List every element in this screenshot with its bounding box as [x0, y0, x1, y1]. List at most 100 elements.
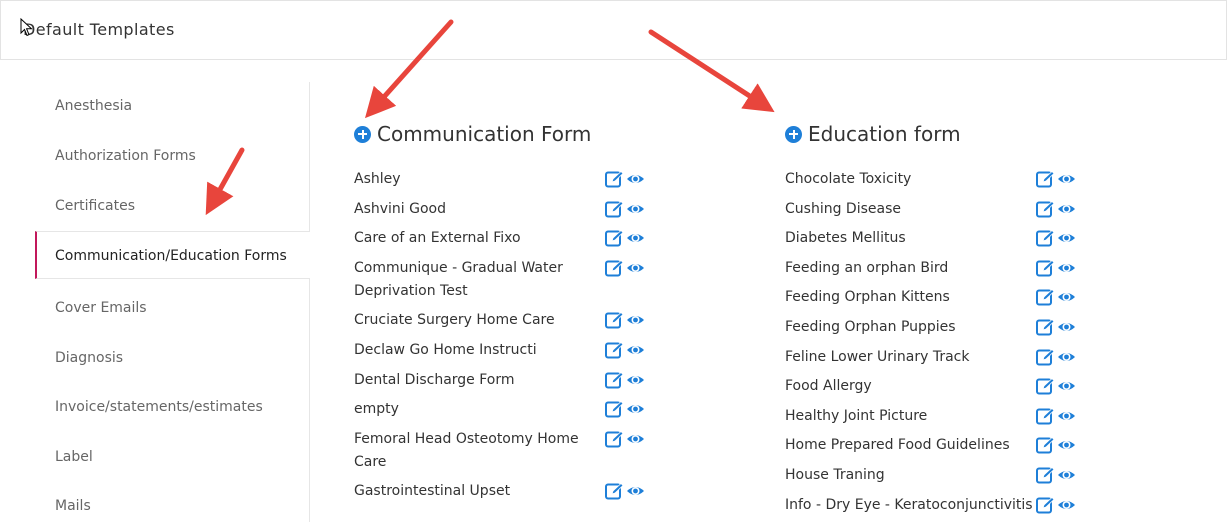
list-item-label[interactable]: House Traning [785, 464, 885, 487]
row-actions [1036, 407, 1076, 425]
sidebar-item[interactable]: Mails [35, 482, 310, 522]
row-actions [605, 229, 645, 247]
list-item-label[interactable]: Dental Discharge Form [354, 369, 515, 392]
list-item-label[interactable]: Feeding Orphan Kittens [785, 286, 950, 309]
row-actions [1036, 348, 1076, 366]
view-eye-icon[interactable] [626, 371, 645, 389]
edit-icon[interactable] [1036, 200, 1055, 218]
sidebar-item[interactable]: Label [35, 433, 310, 481]
edit-icon[interactable] [605, 371, 624, 389]
communication-form-title: Communication Form [377, 122, 592, 146]
row-actions [605, 400, 645, 418]
view-eye-icon[interactable] [626, 400, 645, 418]
list-item-label[interactable]: Communique - Gradual Water [354, 257, 563, 280]
view-eye-icon[interactable] [1057, 259, 1076, 277]
edit-icon[interactable] [1036, 229, 1055, 247]
view-eye-icon[interactable] [1057, 288, 1076, 306]
row-actions [605, 341, 645, 359]
view-eye-icon[interactable] [1057, 496, 1076, 514]
list-item-label[interactable]: Feeding an orphan Bird [785, 257, 948, 280]
sidebar-item[interactable]: Cover Emails [35, 284, 310, 332]
row-actions [605, 200, 645, 218]
edit-icon[interactable] [605, 229, 624, 247]
sidebar-item[interactable]: Anesthesia [35, 82, 310, 130]
view-eye-icon[interactable] [1057, 170, 1076, 188]
view-eye-icon[interactable] [1057, 229, 1076, 247]
list-item-label[interactable]: Healthy Joint Picture [785, 405, 927, 428]
edit-icon[interactable] [605, 259, 624, 277]
view-eye-icon[interactable] [626, 229, 645, 247]
sidebar-item[interactable]: Authorization Forms [35, 132, 310, 180]
view-eye-icon[interactable] [1057, 436, 1076, 454]
list-item-label[interactable]: Cushing Disease [785, 198, 901, 221]
sidebar-item[interactable]: Certificates [35, 182, 310, 230]
edit-icon[interactable] [605, 311, 624, 329]
list-item-label[interactable]: Chocolate Toxicity [785, 168, 911, 191]
edit-icon[interactable] [605, 170, 624, 188]
view-eye-icon[interactable] [626, 311, 645, 329]
row-actions [605, 311, 645, 329]
view-eye-icon[interactable] [1057, 318, 1076, 336]
view-eye-icon[interactable] [626, 259, 645, 277]
list-item-label[interactable]: Care of an External Fixo [354, 227, 521, 250]
row-actions [1036, 200, 1076, 218]
sidebar-item[interactable]: Invoice/statements/estimates [35, 383, 310, 431]
add-communication-form-icon[interactable] [354, 125, 371, 143]
list-item-label[interactable]: Femoral Head Osteotomy Home [354, 428, 579, 451]
sidebar-item[interactable]: Communication/Education Forms [35, 231, 310, 279]
list-item-label[interactable]: Deprivation Test [354, 280, 468, 303]
view-eye-icon[interactable] [1057, 348, 1076, 366]
edit-icon[interactable] [1036, 436, 1055, 454]
view-eye-icon[interactable] [626, 200, 645, 218]
list-item-label[interactable]: Care [354, 451, 386, 474]
list-item-label[interactable]: Declaw Go Home Instructi [354, 339, 537, 362]
list-item-label[interactable]: Diabetes Mellitus [785, 227, 906, 250]
view-eye-icon[interactable] [626, 170, 645, 188]
edit-icon[interactable] [605, 430, 624, 448]
list-item-label[interactable]: Gastrointestinal Upset [354, 480, 510, 503]
row-actions [605, 482, 645, 500]
view-eye-icon[interactable] [626, 482, 645, 500]
view-eye-icon[interactable] [1057, 377, 1076, 395]
list-item-label[interactable]: empty [354, 398, 399, 421]
view-eye-icon[interactable] [1057, 200, 1076, 218]
row-actions [1036, 170, 1076, 188]
edit-icon[interactable] [1036, 377, 1055, 395]
list-item-label[interactable]: Feeding Orphan Puppies [785, 316, 956, 339]
view-eye-icon[interactable] [1057, 407, 1076, 425]
list-item-label[interactable]: Cruciate Surgery Home Care [354, 309, 555, 332]
view-eye-icon[interactable] [626, 341, 645, 359]
list-item-label[interactable]: Feline Lower Urinary Track [785, 346, 969, 369]
add-education-form-icon[interactable] [785, 125, 802, 143]
row-actions [1036, 377, 1076, 395]
view-eye-icon[interactable] [1057, 466, 1076, 484]
sidebar-item[interactable]: Diagnosis [35, 334, 310, 382]
edit-icon[interactable] [1036, 170, 1055, 188]
edit-icon[interactable] [1036, 259, 1055, 277]
row-actions [605, 371, 645, 389]
page-title: Default Templates [23, 20, 175, 39]
edit-icon[interactable] [1036, 318, 1055, 336]
row-actions [1036, 466, 1076, 484]
education-form-heading: Education form [785, 122, 961, 146]
edit-icon[interactable] [605, 482, 624, 500]
list-item-label[interactable]: Ashvini Good [354, 198, 446, 221]
edit-icon[interactable] [1036, 496, 1055, 514]
list-item-label[interactable]: Home Prepared Food Guidelines [785, 434, 1010, 457]
edit-icon[interactable] [1036, 288, 1055, 306]
row-actions [1036, 229, 1076, 247]
edit-icon[interactable] [605, 341, 624, 359]
edit-icon[interactable] [1036, 466, 1055, 484]
row-actions [605, 430, 645, 448]
edit-icon[interactable] [605, 400, 624, 418]
view-eye-icon[interactable] [626, 430, 645, 448]
list-item-label[interactable]: Ashley [354, 168, 401, 191]
row-actions [1036, 436, 1076, 454]
row-actions [605, 259, 645, 277]
mouse-cursor-icon [20, 18, 33, 37]
edit-icon[interactable] [1036, 407, 1055, 425]
list-item-label[interactable]: Info - Dry Eye - Keratoconjunctivitis [785, 494, 1033, 517]
edit-icon[interactable] [605, 200, 624, 218]
edit-icon[interactable] [1036, 348, 1055, 366]
list-item-label[interactable]: Food Allergy [785, 375, 872, 398]
